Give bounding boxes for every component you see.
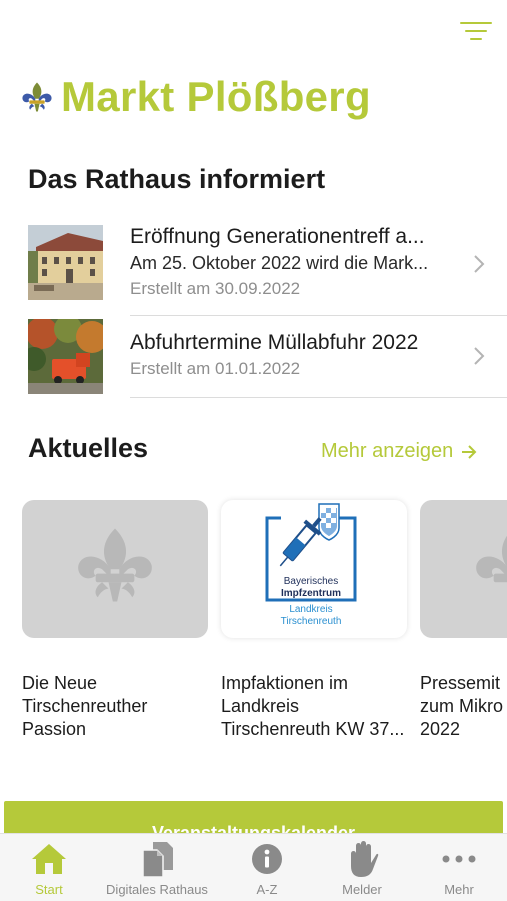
filter-button[interactable] (458, 20, 494, 42)
card-title: Pressemit zum Mikro 2022 (420, 673, 504, 739)
fleur-de-lis-logo-icon (22, 82, 52, 112)
documents-icon (142, 842, 173, 878)
info-icon (252, 844, 282, 874)
section-title-aktuelles: Aktuelles (28, 433, 149, 463)
logo-line: Tirschenreuth (281, 616, 342, 627)
card-image (420, 500, 507, 638)
news-date: Erstellt am 01.01.2022 (130, 359, 301, 378)
separator (130, 397, 507, 398)
fleur-de-lis-placeholder-icon (78, 528, 152, 602)
news-thumbnail (28, 319, 103, 394)
tab-label: Melder (342, 882, 382, 897)
tab-bar: Start Digitales Rathaus A-Z Melder Mehr (0, 833, 507, 901)
card-image (22, 500, 208, 638)
news-title: Eröffnung Generationentreff a... (130, 225, 425, 248)
card-title: Impfaktionen im Landkreis Tirschenreuth … (221, 673, 405, 739)
chevron-right-icon (474, 255, 485, 273)
hand-icon (351, 841, 379, 877)
chevron-right-icon (474, 347, 485, 365)
tab-melder[interactable]: Melder (312, 834, 412, 901)
section-title-rathaus: Das Rathaus informiert (28, 164, 326, 194)
more-icon (442, 855, 476, 863)
tab-label: A-Z (256, 882, 278, 897)
more-link-label: Mehr anzeigen (321, 440, 454, 462)
logo-line: Landkreis (289, 604, 332, 615)
logo-line: Bayerisches (284, 576, 338, 587)
news-thumbnail (28, 225, 103, 300)
tab-label: Start (35, 882, 63, 897)
tab-a-z[interactable]: A-Z (217, 834, 317, 901)
more-link[interactable]: Mehr anzeigen (321, 440, 477, 463)
tab-mehr[interactable]: Mehr (409, 834, 507, 901)
app-header: Markt Plößberg (20, 72, 371, 122)
fleur-de-lis-placeholder-icon (476, 535, 507, 583)
separator (130, 315, 507, 316)
tab-start[interactable]: Start (0, 834, 99, 901)
app-title: Markt Plößberg (61, 73, 371, 120)
news-card[interactable]: Pressemit zum Mikro 2022 (420, 500, 507, 741)
news-date: Erstellt am 30.09.2022 (130, 279, 301, 298)
impfzentrum-logo: Bayerisches Impfzentrum Landkreis Tirsch… (265, 503, 357, 627)
tab-label: Mehr (444, 882, 474, 897)
logo-line: Impfzentrum (281, 588, 341, 599)
tab-digitales-rathaus[interactable]: Digitales Rathaus (106, 834, 208, 901)
card-image: Bayerisches Impfzentrum Landkreis Tirsch… (221, 500, 407, 638)
news-item[interactable]: Eröffnung Generationentreff a... Am 25. … (28, 224, 507, 316)
news-card[interactable]: Die Neue Tirschenreuther Passion (22, 500, 208, 741)
home-icon (32, 844, 66, 874)
news-card[interactable]: Bayerisches Impfzentrum Landkreis Tirsch… (221, 500, 407, 741)
news-title: Abfuhrtermine Müllabfuhr 2022 (130, 331, 419, 354)
card-title: Die Neue Tirschenreuther Passion (22, 673, 148, 739)
news-item[interactable]: Abfuhrtermine Müllabfuhr 2022 Erstellt a… (28, 318, 507, 398)
news-subtitle: Am 25. Oktober 2022 wird die Mark... (130, 253, 429, 273)
tab-label: Digitales Rathaus (106, 882, 208, 897)
arrow-right-icon (462, 444, 477, 459)
